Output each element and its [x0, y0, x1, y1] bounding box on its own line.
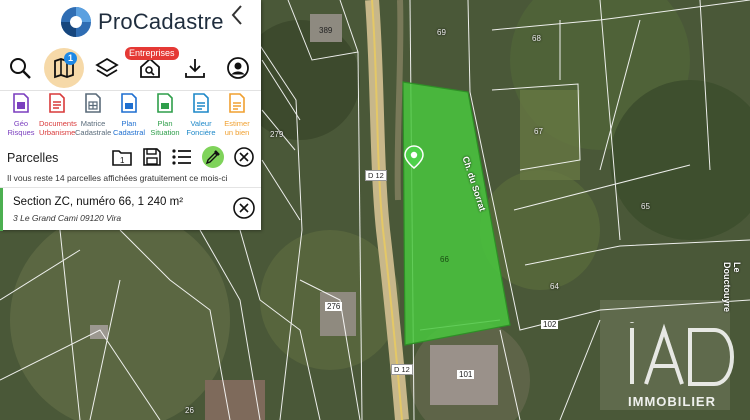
- entreprises-tag[interactable]: Entreprises: [125, 47, 179, 60]
- document-icon: [157, 93, 173, 113]
- app-title: ProCadastre: [98, 9, 224, 34]
- parcel-number: 64: [550, 282, 559, 291]
- layers-icon: [95, 57, 119, 78]
- doc-label-line2: Urbanisme: [39, 128, 76, 137]
- side-panel: ProCadastre 1 Entreprises Géo Risques Do…: [0, 0, 261, 231]
- doc-plan-situation[interactable]: Plan Situation: [147, 93, 183, 139]
- doc-label-line1: Matrice: [80, 119, 106, 128]
- back-button[interactable]: [230, 4, 244, 30]
- documents-bar: Géo Risques Documents Urbanisme Matrice …: [0, 90, 261, 141]
- close-circle-icon: [234, 147, 254, 167]
- color-picker-button[interactable]: [202, 146, 224, 168]
- doc-label-line1: Plan: [121, 119, 137, 128]
- doc-label-line1: Géo: [13, 119, 29, 128]
- doc-label-line1: Valeur: [190, 119, 212, 128]
- doc-label-line2: Situation: [150, 128, 180, 137]
- parcel-number: 68: [532, 34, 541, 43]
- list-button[interactable]: [171, 146, 193, 168]
- parcel-address: 3 Le Grand Cami 09120 Vira: [13, 213, 122, 223]
- doc-label-line1: Documents: [39, 119, 77, 128]
- download-icon: [185, 59, 205, 78]
- parcel-card[interactable]: Section ZC, numéro 66, 1 240 m² 3 Le Gra…: [0, 187, 261, 231]
- chevron-left-icon: [231, 5, 242, 25]
- parcel-number: 279: [270, 130, 284, 139]
- doc-geo-risques[interactable]: Géo Risques: [3, 93, 39, 139]
- remove-parcel-button[interactable]: [233, 197, 255, 219]
- search-icon: [10, 58, 31, 79]
- parcel-number: 65: [641, 202, 650, 211]
- parcel-number: 389: [319, 26, 333, 35]
- doc-label-line2: un bien: [224, 128, 250, 137]
- doc-valeur-fonciere[interactable]: Valeur Foncière: [183, 93, 219, 139]
- doc-label-line2: Risques: [7, 128, 35, 137]
- parcel-color-bar: [0, 188, 3, 231]
- road-tag-d12: D 12: [365, 170, 387, 181]
- doc-estimer[interactable]: Estimer un bien: [219, 93, 255, 139]
- quota-text: Il vous reste 14 parcelles affichées gra…: [7, 173, 228, 183]
- watermark-sub: IMMOBILIER: [628, 394, 716, 409]
- document-icon: [85, 93, 101, 113]
- doc-label-line1: Plan: [157, 119, 173, 128]
- map-badge: 1: [64, 52, 77, 65]
- document-icon: [13, 93, 29, 113]
- doc-label-line2: Foncière: [186, 128, 216, 137]
- document-icon: [193, 93, 209, 113]
- account-button[interactable]: [218, 48, 258, 88]
- parcel-number: 69: [437, 28, 446, 37]
- parcel-number: 276: [325, 302, 343, 311]
- parcel-number: 67: [534, 127, 543, 136]
- doc-label-line1: Estimer: [224, 119, 250, 128]
- doc-label-line2: Cadastral: [112, 128, 146, 137]
- download-button[interactable]: [175, 48, 215, 88]
- parcel-number: 101: [457, 370, 475, 379]
- parcel-number: 102: [541, 320, 559, 329]
- document-icon: [49, 93, 65, 113]
- doc-plan-cadastral[interactable]: Plan Cadastral: [111, 93, 147, 139]
- account-icon: [227, 57, 249, 79]
- street-name: Le Douctouyre: [722, 262, 742, 313]
- parcel-number: 26: [185, 406, 194, 415]
- document-icon: [121, 93, 137, 113]
- doc-matrice[interactable]: Matrice Cadastrale: [75, 93, 111, 139]
- folder-icon: 1: [112, 150, 132, 166]
- doc-label-line2: Cadastrale: [75, 128, 112, 137]
- save-icon: [143, 148, 161, 166]
- brand: ProCadastre: [60, 6, 224, 38]
- eyedropper-icon: [205, 150, 220, 165]
- close-circle-icon: [233, 197, 255, 219]
- parcel-title: Section ZC, numéro 66, 1 240 m²: [13, 196, 184, 208]
- doc-urbanisme[interactable]: Documents Urbanisme: [39, 93, 77, 139]
- parcels-title: Parcelles: [7, 151, 59, 165]
- close-parcels-button[interactable]: [233, 146, 255, 168]
- document-icon: [229, 93, 245, 113]
- list-icon: [172, 149, 191, 165]
- road-tag-d12: D 12: [391, 364, 413, 375]
- layers-button[interactable]: [87, 48, 127, 88]
- map-button[interactable]: 1: [44, 48, 84, 88]
- svg-text:1: 1: [120, 156, 125, 165]
- procadastre-logo-icon: [61, 7, 91, 37]
- open-folder-button[interactable]: 1: [111, 146, 133, 168]
- save-button[interactable]: [141, 146, 163, 168]
- search-button[interactable]: [0, 48, 40, 88]
- parcel-number-66: 66: [440, 255, 449, 264]
